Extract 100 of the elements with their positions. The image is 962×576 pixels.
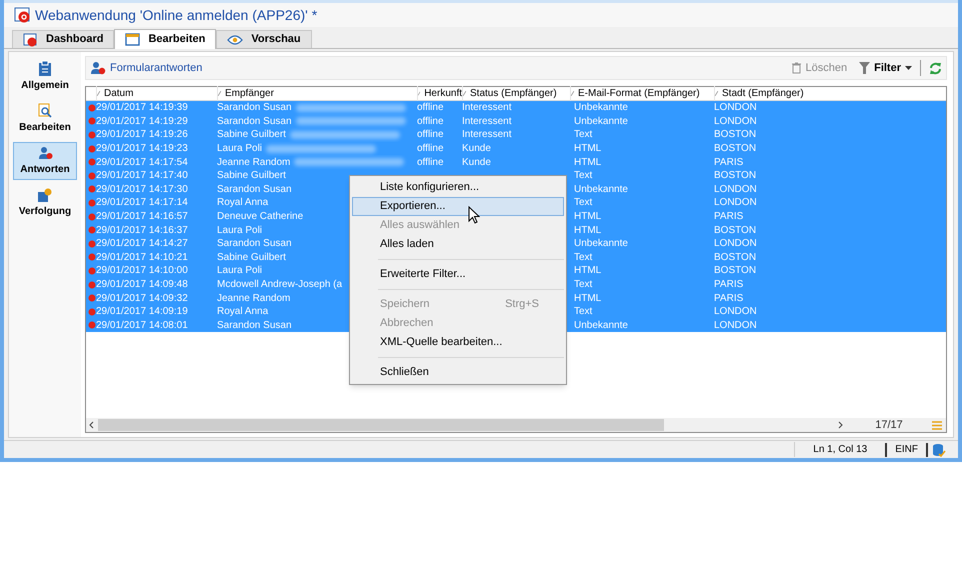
document-search-icon [38, 103, 52, 118]
table-cell-text: offline [417, 156, 444, 170]
table-cell-text: offline [417, 101, 444, 116]
table-cell-text: BOSTON [714, 264, 756, 278]
table-cell-text: 29/01/2017 14:10:00 [96, 264, 188, 278]
table-cell-text: Kunde [462, 142, 491, 156]
table-cell-text: Laura Poli [217, 224, 262, 238]
menu-item[interactable]: Erweiterte Filter... [352, 265, 564, 284]
sort-icon[interactable] [715, 91, 718, 96]
table-cell-text: Jeanne Random [217, 156, 290, 170]
trash-icon[interactable] [790, 62, 802, 74]
tab[interactable]: Vorschau [216, 30, 312, 48]
mouse-cursor-icon [468, 206, 480, 224]
menu-item[interactable]: Schließen [352, 363, 564, 382]
clipboard-icon [39, 61, 51, 76]
filter-icon[interactable] [859, 62, 870, 74]
table-cell-text: Text [574, 169, 592, 184]
table-cell-text: BOSTON [714, 142, 756, 156]
table-cell-text: 29/01/2017 14:09:19 [96, 305, 188, 320]
refresh-icon[interactable] [929, 62, 942, 74]
table-cell-text: Sarandon Susan [217, 318, 292, 333]
table-cell-text: LONDON [714, 237, 757, 252]
filter-button[interactable]: Filter [874, 60, 901, 76]
table-cell-text: LONDON [714, 318, 757, 333]
scrollbar-thumb[interactable] [98, 419, 664, 431]
tracking-icon [38, 188, 52, 202]
table-cell-text: LONDON [714, 114, 757, 129]
table-cell-text: 29/01/2017 14:19:26 [96, 128, 188, 142]
tab[interactable]: Bearbeiten [114, 29, 216, 49]
table-cell-text: PARIS [714, 210, 744, 224]
table-cell-text: Mcdowell Andrew-Joseph (a [217, 278, 342, 292]
sidebar-item[interactable]: Antworten [13, 142, 77, 180]
table-cell-text: Deneuve Catherine [217, 210, 304, 224]
table-cell-text: Royal Anna [217, 305, 268, 320]
table-cell-text: LONDON [714, 182, 757, 197]
table-cell-text: BOSTON [714, 128, 756, 142]
column-header[interactable]: Status (Empfänger) [470, 86, 557, 101]
table-cell-text: 29/01/2017 14:17:40 [96, 169, 188, 184]
table-cell-text: 29/01/2017 14:10:21 [96, 250, 188, 265]
table-cell-text: Text [574, 305, 592, 320]
sidebar-item[interactable]: Bearbeiten [13, 100, 77, 138]
table-cell-text: Interessent [462, 101, 512, 116]
table-cell-text: PARIS [714, 156, 744, 170]
app-icon [14, 7, 31, 23]
sort-icon[interactable] [418, 91, 420, 96]
window-title: Webanwendung 'Online anmelden (APP26)' * [35, 6, 318, 25]
column-header[interactable]: Stadt (Empfänger) [722, 86, 804, 101]
sort-icon[interactable] [463, 91, 466, 96]
menu-item[interactable]: Exportieren... [352, 197, 564, 216]
menu-item[interactable]: Alles laden [352, 235, 564, 254]
column-header[interactable]: E-Mail-Format (Empfänger) [578, 86, 700, 101]
table-cell-text: 29/01/2017 14:16:57 [96, 210, 188, 224]
table-cell-text: LONDON [714, 196, 757, 210]
sidebar-item[interactable]: Allgemein [13, 58, 77, 96]
table-cell-text: LONDON [714, 305, 757, 320]
table-cell-text: LONDON [714, 101, 757, 116]
table-cell-text: PARIS [714, 278, 744, 292]
table-cell-text: 29/01/2017 14:17:14 [96, 196, 188, 210]
table-cell-text: Sarandon Susan [217, 114, 292, 129]
form-responses-link[interactable]: Formularantworten [110, 60, 202, 76]
table-cell-text: offline [417, 142, 444, 156]
window-icon [125, 33, 140, 46]
table-cell-text: HTML [574, 264, 602, 278]
table-cell-text: Text [574, 128, 592, 142]
insert-mode: EINF [894, 443, 919, 457]
table-cell-text: 29/01/2017 14:17:30 [96, 182, 188, 197]
sort-icon[interactable] [571, 91, 574, 96]
sort-icon[interactable] [218, 91, 221, 96]
column-header[interactable]: Herkunft [424, 86, 462, 101]
table-cell-text: BOSTON [714, 224, 756, 238]
menu-item[interactable]: Liste konfigurieren... [352, 178, 564, 197]
table-cell-text: BOSTON [714, 250, 756, 265]
table-cell-text: Sarandon Susan [217, 237, 292, 252]
tab[interactable]: Dashboard [12, 30, 114, 48]
table-cell-text: Text [574, 196, 592, 210]
table-cell-text: Unbekannte [574, 114, 628, 129]
sidebar-item[interactable]: Verfolgung [13, 184, 77, 222]
table-cell-text: Laura Poli [217, 142, 262, 156]
table-cell-text: BOSTON [714, 169, 756, 184]
row-count: 17/17 [874, 418, 904, 433]
column-header[interactable]: Empfänger [225, 86, 274, 101]
caret-icon[interactable] [905, 66, 912, 70]
table-cell-text: 29/01/2017 14:08:01 [96, 318, 188, 333]
table-cell-text: Sarandon Susan [217, 101, 292, 116]
table-cell-text: 29/01/2017 14:09:32 [96, 292, 188, 306]
table-cell-text: HTML [574, 156, 602, 170]
table-cell-text: 29/01/2017 14:17:54 [96, 156, 188, 170]
table-cell-text: Sabine Guilbert [217, 169, 286, 184]
user-form-icon [38, 146, 52, 160]
table-cell-text: Kunde [462, 156, 491, 170]
sort-icon[interactable] [97, 91, 100, 96]
table-cell-text: 29/01/2017 14:16:37 [96, 224, 188, 238]
table-cell-text: 29/01/2017 14:14:27 [96, 237, 188, 252]
table-cell-text: offline [417, 128, 444, 142]
eye-icon [227, 34, 244, 44]
table-cell-text: 29/01/2017 14:19:29 [96, 114, 188, 129]
column-header[interactable]: Datum [104, 86, 134, 101]
table-cell-text: Sarandon Susan [217, 182, 292, 197]
list-menu-icon[interactable] [932, 420, 942, 430]
menu-item[interactable]: XML-Quelle bearbeiten... [352, 333, 564, 352]
